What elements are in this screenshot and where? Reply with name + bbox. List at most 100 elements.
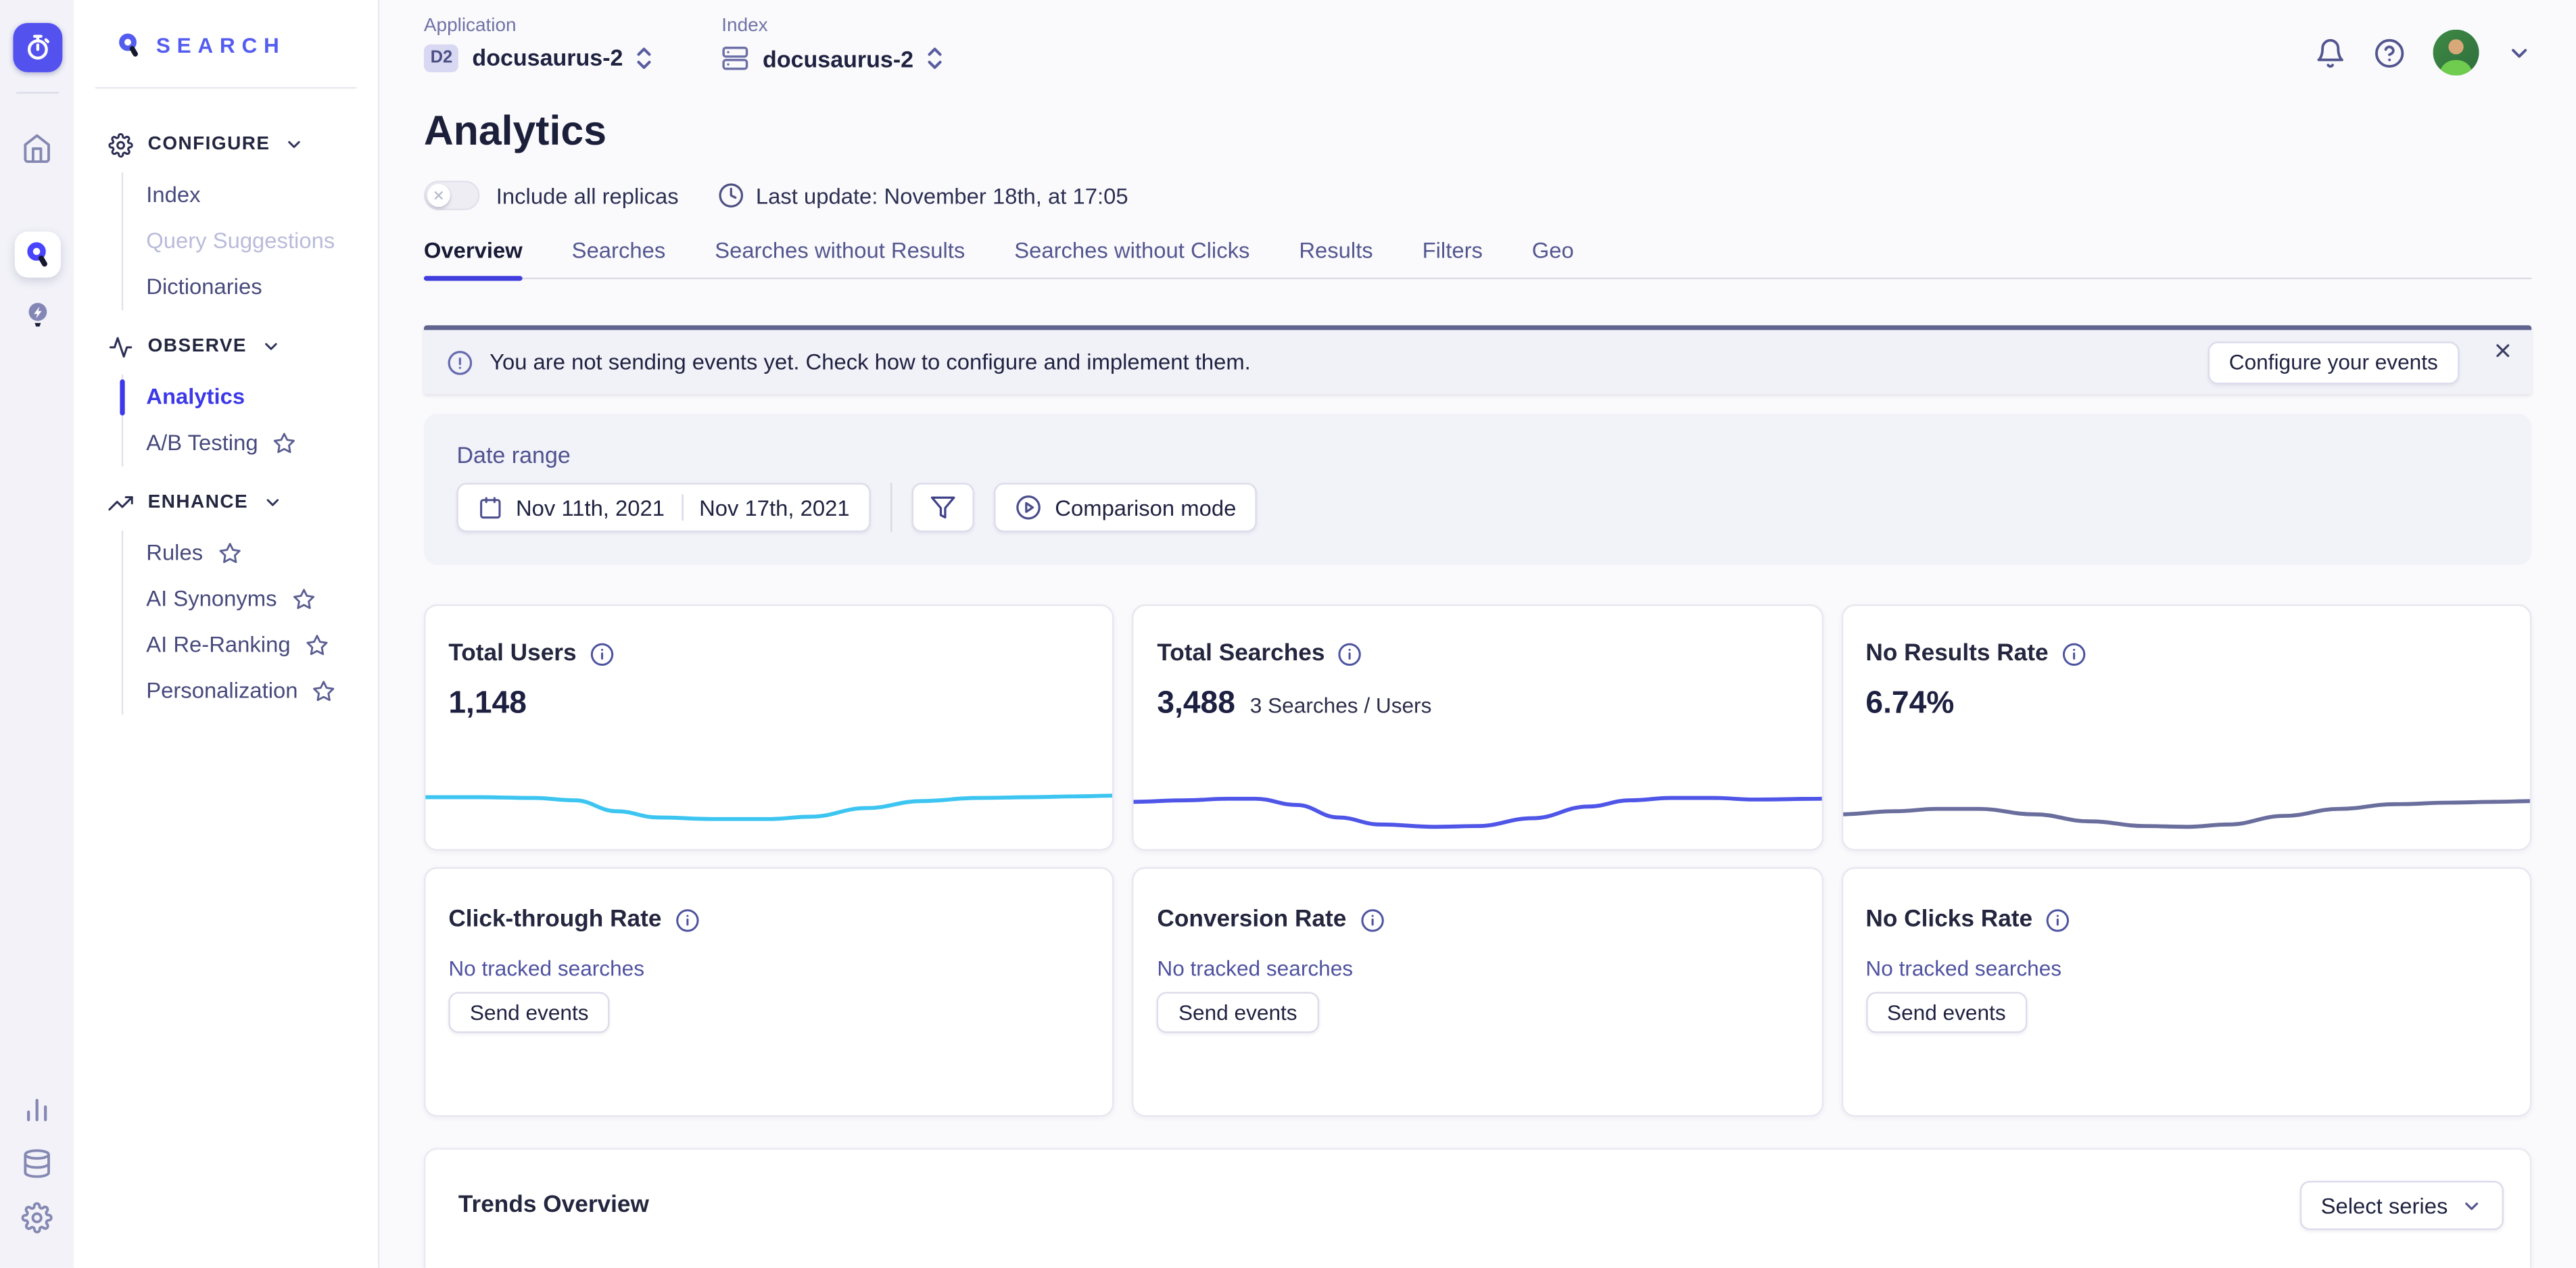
card-title: Click-through Rate xyxy=(448,906,661,933)
icon-rail xyxy=(0,0,74,1268)
star-icon[interactable] xyxy=(272,431,295,454)
star-icon[interactable] xyxy=(312,679,335,702)
tab-searches[interactable]: Searches xyxy=(572,238,666,277)
bar-chart-icon[interactable] xyxy=(12,1084,62,1133)
tab-geo[interactable]: Geo xyxy=(1532,238,1574,277)
avatar[interactable] xyxy=(2433,30,2479,76)
close-icon[interactable] xyxy=(2492,340,2514,362)
value-row: 1,148 xyxy=(448,687,1089,723)
sidebar-section-configure[interactable]: CONFIGURE xyxy=(74,131,378,157)
info-icon[interactable] xyxy=(1360,907,1384,931)
sidebar-item-index[interactable]: Index xyxy=(123,172,378,218)
chevron-down-icon xyxy=(285,135,304,154)
sidebar-item-query-suggestions[interactable]: Query Suggestions xyxy=(123,218,378,264)
click-through-rate-card: Click-through Rate No tracked searches S… xyxy=(424,867,1114,1117)
configure-gear-icon xyxy=(108,132,133,157)
card-title: Total Users xyxy=(448,641,576,667)
filter-button[interactable] xyxy=(912,483,974,532)
metric-suffix: 3 Searches / Users xyxy=(1250,693,1432,717)
settings-gear-icon[interactable] xyxy=(12,1192,62,1242)
card-title-row: Total Searches xyxy=(1157,641,1798,667)
send-events-button[interactable]: Send events xyxy=(1157,992,1318,1033)
section-label: OBSERVE xyxy=(148,337,247,356)
total-searches-sparkline xyxy=(1132,779,1823,841)
toggle-knob xyxy=(427,184,450,207)
info-icon[interactable] xyxy=(1338,641,1362,666)
conversion-rate-card: Conversion Rate No tracked searches Send… xyxy=(1132,867,1823,1117)
date-range-controls: Nov 11th, 2021 Nov 17th, 2021 Comparison… xyxy=(456,483,2498,532)
trends-overview-card: Trends Overview Select series xyxy=(424,1148,2531,1267)
star-icon[interactable] xyxy=(291,587,314,610)
sidebar-section-enhance[interactable]: ENHANCE xyxy=(74,489,378,516)
play-circle-icon xyxy=(1016,494,1042,520)
sidebar: SEARCH CONFIGURE Index Query Suggestions… xyxy=(74,0,379,1268)
configure-events-button[interactable]: Configure your events xyxy=(2208,341,2459,383)
help-icon[interactable] xyxy=(2374,37,2405,68)
clock-icon xyxy=(718,182,744,209)
total-searches-card: Total Searches 3,488 3 Searches / Users xyxy=(1132,604,1823,850)
card-title-row: Click-through Rate xyxy=(448,906,1089,933)
activity-icon xyxy=(108,334,133,358)
sidebar-item-ai-re-ranking[interactable]: AI Re-Ranking xyxy=(123,623,378,668)
info-icon[interactable] xyxy=(590,641,614,666)
rail-divider xyxy=(16,92,58,93)
home-icon[interactable] xyxy=(12,123,62,172)
application-select[interactable]: D2 docusaurus-2 xyxy=(424,45,652,72)
section-label: CONFIGURE xyxy=(148,135,270,154)
sidebar-item-ai-synonyms[interactable]: AI Synonyms xyxy=(123,577,378,623)
chevron-down-icon xyxy=(2461,1195,2483,1217)
observe-items: Analytics A/B Testing xyxy=(122,374,378,466)
no-results-rate-sparkline xyxy=(1841,779,2531,841)
comparison-mode-button[interactable]: Comparison mode xyxy=(994,483,1258,532)
sidebar-item-personalization[interactable]: Personalization xyxy=(123,668,378,714)
tab-filters[interactable]: Filters xyxy=(1423,238,1483,277)
date-range-label: Date range xyxy=(456,442,2498,468)
info-icon[interactable] xyxy=(2061,641,2086,666)
search-product-icon[interactable] xyxy=(14,232,60,278)
select-series-button[interactable]: Select series xyxy=(2299,1181,2504,1230)
alert-circle-icon xyxy=(447,349,473,375)
chevron-down-icon xyxy=(262,337,281,356)
stopwatch-app-icon[interactable] xyxy=(12,23,62,72)
toggle-label: Include all replicas xyxy=(496,183,679,208)
tab-searches-without-results[interactable]: Searches without Results xyxy=(715,238,965,277)
star-icon[interactable] xyxy=(305,633,328,656)
info-icon[interactable] xyxy=(2046,907,2070,931)
section-label: ENHANCE xyxy=(148,493,248,512)
empty-state-text: No tracked searches xyxy=(448,956,1089,980)
card-title-row: No Results Rate xyxy=(1865,641,2506,667)
sidebar-item-label: Dictionaries xyxy=(146,274,262,299)
sidebar-item-rules[interactable]: Rules xyxy=(123,531,378,577)
send-events-button[interactable]: Send events xyxy=(1865,992,2027,1033)
recommend-bulb-icon[interactable] xyxy=(12,291,62,340)
tab-searches-without-clicks[interactable]: Searches without Clicks xyxy=(1014,238,1249,277)
sidebar-item-dictionaries[interactable]: Dictionaries xyxy=(123,264,378,310)
info-icon[interactable] xyxy=(675,907,699,931)
events-banner: You are not sending events yet. Check ho… xyxy=(424,325,2531,394)
total-users-card: Total Users 1,148 xyxy=(424,604,1114,850)
card-title: Total Searches xyxy=(1157,641,1325,667)
date-range-picker[interactable]: Nov 11th, 2021 Nov 17th, 2021 xyxy=(456,483,871,532)
metric-cards-row-2: Click-through Rate No tracked searches S… xyxy=(424,867,2531,1117)
bell-icon[interactable] xyxy=(2315,37,2346,68)
account-chevron-down-icon[interactable] xyxy=(2507,41,2531,65)
metric-value: 3,488 xyxy=(1157,687,1235,723)
analytics-dashboard: SEARCH CONFIGURE Index Query Suggestions… xyxy=(0,0,2576,1268)
page-title: Analytics xyxy=(424,108,2531,155)
tab-results[interactable]: Results xyxy=(1299,238,1373,277)
sidebar-section-observe[interactable]: OBSERVE xyxy=(74,333,378,360)
last-update-text: Last update: November 18th, at 17:05 xyxy=(756,183,1128,208)
include-replicas-toggle[interactable] xyxy=(424,180,480,210)
send-events-button[interactable]: Send events xyxy=(448,992,610,1033)
empty-state-text: No tracked searches xyxy=(1865,956,2506,980)
star-icon[interactable] xyxy=(218,541,241,564)
trending-up-icon xyxy=(108,490,133,514)
sidebar-item-analytics[interactable]: Analytics xyxy=(123,374,378,420)
sidebar-item-ab-testing[interactable]: A/B Testing xyxy=(123,420,378,466)
tab-overview[interactable]: Overview xyxy=(424,238,523,277)
value-row: 6.74% xyxy=(1865,687,2506,723)
index-select[interactable]: docusaurus-2 xyxy=(721,45,943,72)
no-clicks-rate-card: No Clicks Rate No tracked searches Send … xyxy=(1841,867,2531,1117)
index-label: Index xyxy=(721,16,943,36)
database-icon[interactable] xyxy=(12,1138,62,1188)
